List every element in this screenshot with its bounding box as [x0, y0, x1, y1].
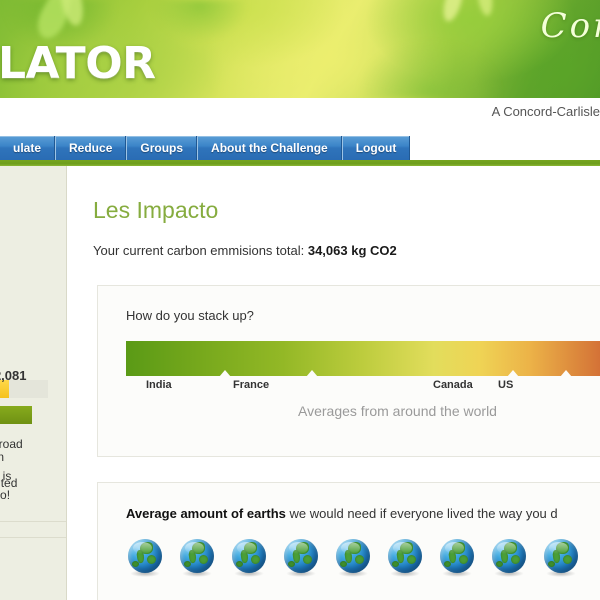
earth-globe-sphere	[492, 539, 526, 573]
earth-globe-icon	[440, 539, 474, 577]
earth-globe-gloss	[341, 542, 360, 554]
main-navigation: ulate Reduce Groups About the Challenge …	[0, 136, 411, 160]
page-title: Les Impacto	[93, 197, 219, 223]
marker-notch-us	[560, 370, 572, 377]
marker-notch-canada	[507, 370, 519, 377]
earth-landmass	[132, 561, 139, 567]
earth-globe-sphere	[388, 539, 422, 573]
affiliation-text: A Concord-Carlisle	[491, 104, 600, 119]
earths-row	[128, 539, 578, 577]
earth-globe-sphere	[284, 539, 318, 573]
page-root: LATOR Conc A Concord-Carlisle ulate Redu…	[0, 0, 600, 600]
marker-notch-france	[306, 370, 318, 377]
earth-landmass	[511, 555, 520, 564]
earth-globe-icon	[388, 539, 422, 577]
earth-globe-icon	[232, 539, 266, 577]
earth-globe-gloss	[549, 542, 568, 554]
earth-globe-icon	[180, 539, 214, 577]
earth-landmass	[340, 561, 347, 567]
earth-globe-icon	[284, 539, 318, 577]
earth-landmass	[459, 555, 468, 564]
emissions-value: 34,063 kg CO2	[307, 243, 397, 258]
nav-item-about-the-challenge[interactable]: About the Challenge	[197, 136, 342, 160]
earth-globe-gloss	[185, 542, 204, 554]
sidebar-divider	[0, 521, 66, 522]
marker-label-us: US	[498, 379, 514, 391]
earth-globe-icon	[128, 539, 162, 577]
earth-globe-sphere	[544, 539, 578, 573]
main-content: Les Impacto Your current carbon emmision…	[67, 166, 600, 600]
earth-landmass	[392, 561, 399, 567]
earth-landmass	[355, 555, 364, 564]
earth-globe-sphere	[128, 539, 162, 573]
earth-globe-gloss	[289, 542, 308, 554]
site-logo-title: LATOR	[0, 38, 156, 89]
earths-title-rest: we would need if everyone lived the way …	[285, 506, 558, 521]
earth-landmass	[444, 561, 451, 567]
banner-script-text: Conc	[540, 6, 600, 46]
nav-item-groups[interactable]: Groups	[126, 136, 198, 160]
earths-panel: Average amount of earths we would need i…	[97, 482, 600, 600]
earth-landmass	[496, 561, 503, 567]
earth-landmass	[407, 555, 416, 564]
stack-up-title: How do you stack up?	[126, 308, 254, 323]
earth-landmass	[548, 561, 555, 567]
earth-globe-sphere	[336, 539, 370, 573]
averages-caption: Averages from around the world	[298, 403, 497, 419]
sidebar: rbon ons is to go! : 2,081 ne road plant…	[0, 166, 67, 600]
earth-globe-gloss	[393, 542, 412, 554]
marker-notch-india	[219, 370, 231, 377]
nav-item-calculate[interactable]: ulate	[0, 136, 56, 160]
subheader-bar: A Concord-Carlisle	[0, 98, 600, 134]
marker-label-india: India	[146, 379, 172, 391]
earth-globe-icon	[336, 539, 370, 577]
emissions-summary: Your current carbon emmisions total: 34,…	[93, 243, 397, 258]
nav-item-logout[interactable]: Logout	[341, 136, 411, 160]
marker-label-canada: Canada	[433, 379, 473, 391]
earth-globe-icon	[544, 539, 578, 577]
earth-globe-sphere	[180, 539, 214, 573]
progress-bar-green	[0, 406, 32, 424]
earth-landmass	[147, 555, 156, 564]
emissions-label: Your current carbon emmisions total:	[93, 243, 308, 258]
sidebar-divider-bottom	[0, 537, 66, 538]
sidebar-stat-value: : 2,081	[0, 368, 27, 383]
earth-landmass	[236, 561, 243, 567]
earth-globe-gloss	[133, 542, 152, 554]
marker-label-france: France	[233, 379, 270, 391]
earth-landmass	[563, 555, 572, 564]
earth-globe-sphere	[440, 539, 474, 573]
earths-title: Average amount of earths we would need i…	[126, 506, 558, 521]
earth-landmass	[251, 555, 260, 564]
earth-globe-gloss	[497, 542, 516, 554]
sidebar-fact-2: planted	[0, 476, 18, 490]
sidebar-fact-1: ne road	[0, 437, 23, 451]
emissions-gradient-scale	[126, 341, 600, 376]
nav-item-reduce[interactable]: Reduce	[55, 136, 127, 160]
earth-globe-icon	[492, 539, 526, 577]
stack-up-panel: How do you stack up? India France Canada…	[97, 285, 600, 457]
earth-landmass	[199, 555, 208, 564]
site-banner: LATOR Conc	[0, 0, 600, 98]
earths-title-bold: Average amount of earths	[126, 506, 286, 521]
earth-globe-gloss	[237, 542, 256, 554]
earth-globe-sphere	[232, 539, 266, 573]
earth-landmass	[288, 561, 295, 567]
earth-globe-gloss	[445, 542, 464, 554]
earth-landmass	[184, 561, 191, 567]
earth-landmass	[303, 555, 312, 564]
